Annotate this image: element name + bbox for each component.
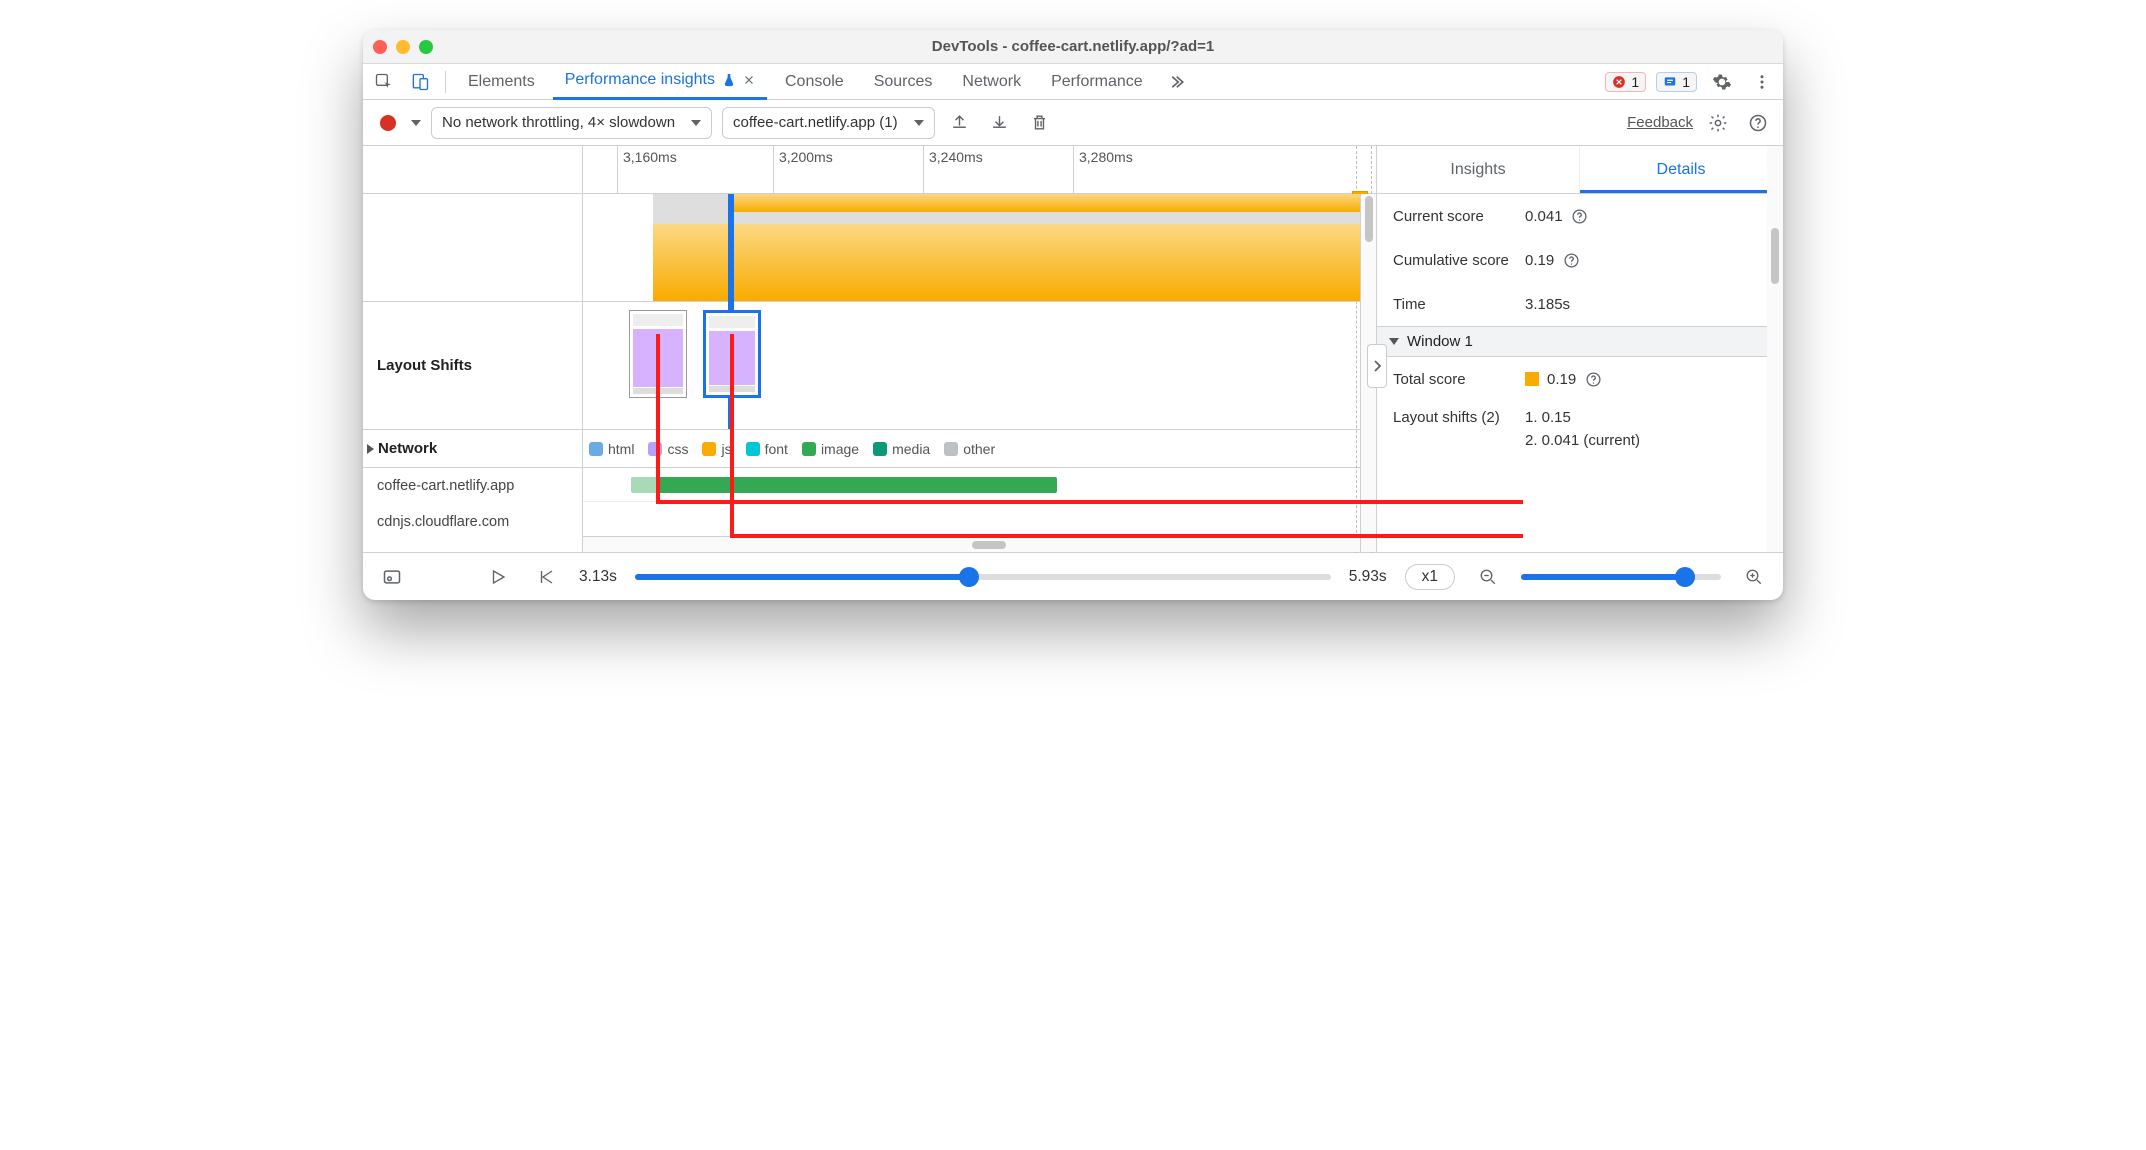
zoom-out-icon[interactable]	[1473, 562, 1503, 592]
layout-shift-item[interactable]: 1. 0.15	[1525, 409, 1571, 426]
collapse-icon	[1389, 338, 1399, 345]
panel-gear-icon[interactable]	[1703, 108, 1733, 138]
layout-shifts-row[interactable]	[583, 302, 1376, 430]
errors-count: 1	[1631, 74, 1639, 90]
tab-performance[interactable]: Performance	[1039, 64, 1155, 100]
legend-css: css	[648, 441, 688, 457]
recording-value: coffee-cart.netlify.app (1)	[733, 114, 898, 131]
tab-performance-insights[interactable]: Performance insights	[553, 64, 767, 100]
annotation-line	[656, 500, 1396, 504]
playback-end-time: 5.93s	[1349, 568, 1387, 586]
devtools-window: DevTools - coffee-cart.netlify.app/?ad=1…	[363, 30, 1783, 600]
panel-expand-icon[interactable]	[1367, 344, 1387, 388]
chevron-down-icon	[691, 120, 701, 126]
more-tabs-icon[interactable]	[1161, 67, 1191, 97]
skip-start-icon[interactable]	[531, 562, 561, 592]
recording-select[interactable]: coffee-cart.netlify.app (1)	[722, 107, 935, 139]
help-icon[interactable]	[1571, 207, 1589, 225]
speed-select[interactable]: x1	[1405, 564, 1455, 590]
controls-bar: No network throttling, 4× slowdown coffe…	[363, 100, 1783, 146]
legend-image: image	[802, 441, 859, 457]
layout-shift-item[interactable]: 2. 0.041 (current)	[1525, 432, 1640, 449]
score-color-icon	[1525, 372, 1539, 386]
zoom-slider[interactable]	[1521, 574, 1721, 580]
panel-scrollbar[interactable]	[1767, 146, 1783, 552]
help-icon[interactable]	[1584, 370, 1602, 388]
kv-layout-shifts: Layout shifts (2) 1. 0.15 2. 0.041 (curr…	[1377, 401, 1783, 457]
network-row[interactable]	[583, 502, 1376, 536]
close-tab-icon[interactable]	[743, 74, 755, 86]
help-icon[interactable]	[1743, 108, 1773, 138]
legend-js: js	[702, 441, 731, 457]
horizontal-scrollbar[interactable]	[583, 536, 1376, 552]
import-icon[interactable]	[985, 108, 1015, 138]
kv-total-score: Total score 0.19	[1377, 357, 1783, 401]
details-panel: Insights Details Current score 0.041 Cum…	[1377, 146, 1783, 552]
section-window[interactable]: Window 1	[1377, 326, 1783, 357]
zoom-in-icon[interactable]	[1739, 562, 1769, 592]
export-icon[interactable]	[945, 108, 975, 138]
tab-elements[interactable]: Elements	[456, 64, 547, 100]
playback-start-time: 3.13s	[579, 568, 617, 586]
network-row[interactable]	[583, 468, 1376, 502]
track-labels: Layout Shifts Network coffee-cart.netlif…	[363, 146, 583, 552]
legend-other: other	[944, 441, 995, 457]
gear-icon[interactable]	[1707, 67, 1737, 97]
kebab-icon[interactable]	[1747, 67, 1777, 97]
feedback-link[interactable]: Feedback	[1627, 114, 1693, 131]
chevron-down-icon	[914, 120, 924, 126]
main-area: Layout Shifts Network coffee-cart.netlif…	[363, 146, 1783, 552]
tab-details[interactable]: Details	[1580, 146, 1783, 193]
legend-font: font	[746, 441, 788, 457]
throttling-select[interactable]: No network throttling, 4× slowdown	[431, 107, 712, 139]
section-layout-shifts-label: Layout Shifts	[363, 302, 582, 430]
network-legend: html css js font image media other	[583, 430, 1376, 468]
annotation-line	[1377, 534, 1523, 538]
device-toggle-icon[interactable]	[405, 67, 435, 97]
record-menu-icon[interactable]	[411, 120, 421, 126]
network-domain-row[interactable]: coffee-cart.netlify.app	[363, 468, 582, 504]
kv-cumulative-score: Cumulative score 0.19	[1377, 238, 1783, 282]
playback-bar: 3.13s 5.93s x1	[363, 552, 1783, 600]
annotation-line	[730, 534, 1396, 538]
inspect-icon[interactable]	[369, 67, 399, 97]
legend-media: media	[873, 441, 930, 457]
network-domain-row[interactable]: cdnjs.cloudflare.com	[363, 504, 582, 540]
time-tick: 3,160ms	[617, 146, 682, 193]
tab-network[interactable]: Network	[950, 64, 1033, 100]
annotation-line	[730, 334, 734, 538]
time-tick: 3,240ms	[923, 146, 988, 193]
tab-console[interactable]: Console	[773, 64, 856, 100]
annotation-line	[656, 334, 660, 504]
tab-insights[interactable]: Insights	[1377, 146, 1580, 193]
help-icon[interactable]	[1562, 251, 1580, 269]
playback-slider[interactable]	[635, 574, 1331, 580]
record-button[interactable]	[373, 108, 403, 138]
issues-badge[interactable]: 1	[1656, 72, 1697, 92]
time-ruler: 3,160ms 3,200ms 3,240ms 3,280ms	[583, 146, 1376, 194]
screenshot-toggle-icon[interactable]	[377, 562, 407, 592]
delete-icon[interactable]	[1025, 108, 1055, 138]
titlebar: DevTools - coffee-cart.netlify.app/?ad=1	[363, 30, 1783, 64]
legend-html: html	[589, 441, 634, 457]
expand-icon	[367, 444, 374, 454]
section-network-label[interactable]: Network	[363, 430, 582, 468]
throttling-value: No network throttling, 4× slowdown	[442, 114, 675, 131]
issues-count: 1	[1682, 74, 1690, 90]
tab-label: Performance insights	[565, 71, 715, 89]
tab-sources[interactable]: Sources	[862, 64, 945, 100]
annotation-line	[1377, 500, 1523, 504]
timeline[interactable]: 3,160ms 3,200ms 3,240ms 3,280ms	[583, 146, 1377, 552]
net-bar[interactable]	[657, 477, 1057, 493]
kv-current-score: Current score 0.041	[1377, 194, 1783, 238]
play-icon[interactable]	[483, 562, 513, 592]
time-tick: 3,200ms	[773, 146, 838, 193]
window-title: DevTools - coffee-cart.netlify.app/?ad=1	[363, 38, 1783, 55]
devtools-tabs: Elements Performance insights Console So…	[363, 64, 1783, 100]
flame-chart-row[interactable]	[583, 194, 1376, 302]
kv-time: Time 3.185s	[1377, 282, 1783, 326]
flask-icon	[721, 72, 737, 88]
time-tick: 3,280ms	[1073, 146, 1138, 193]
errors-badge[interactable]: 1	[1605, 72, 1646, 92]
